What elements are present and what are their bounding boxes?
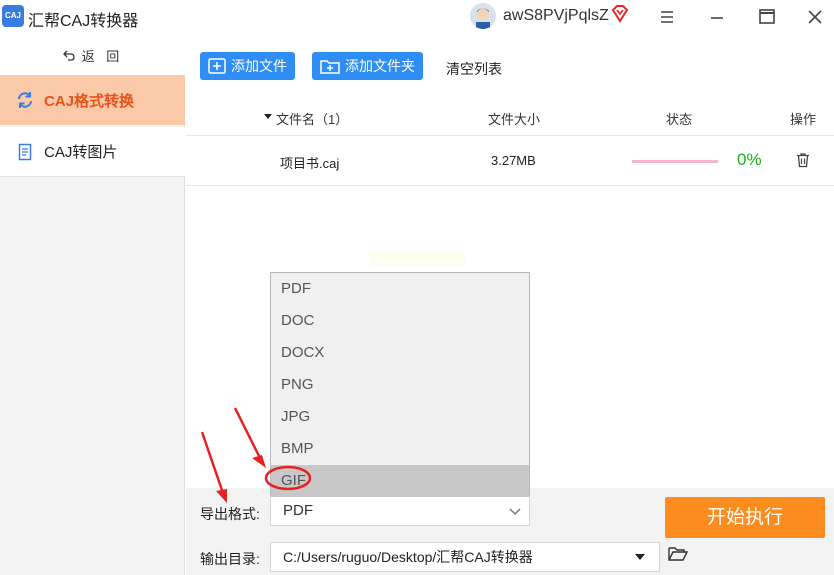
maximize-icon[interactable] [754,5,780,29]
annotation-arrow-lower [200,431,226,497]
dropdown-option-bmp[interactable]: BMP [271,433,529,465]
column-size: 文件大小 [488,112,541,127]
sidebar-item-label: CAJ格式转换 [44,92,135,110]
dropdown-option-doc[interactable]: DOC [271,305,529,337]
output-dir-select[interactable]: C:/Users/ruguo/Desktop/汇帮CAJ转换器 [270,542,660,572]
user-name[interactable]: awS8PVjPqlsZ [503,7,609,25]
sort-caret-icon[interactable] [263,109,273,124]
close-icon[interactable] [802,5,828,29]
dropdown-option-docx[interactable]: DOCX [271,337,529,369]
output-dir-label: 输出目录: [200,551,260,567]
back-button[interactable]: 返 回 [0,35,185,75]
back-arrow-icon [62,50,75,61]
avatar[interactable] [470,3,496,29]
sidebar: 返 回 CAJ格式转换 CAJ转图片 [0,35,185,575]
add-file-label: 添加文件 [231,58,287,74]
export-format-value: PDF [283,502,313,519]
export-format-select[interactable]: PDF [270,496,530,526]
file-size: 3.27MB [491,153,536,168]
add-folder-button[interactable]: 添加文件夹 [312,52,423,80]
title-bar: CAJ 汇帮CAJ转换器 awS8PVjPqlsZ [0,0,834,35]
annotation-arrow-upper [233,407,264,463]
dropdown-option-png[interactable]: PNG [271,369,529,401]
sidebar-item-caj-to-image[interactable]: CAJ转图片 [0,127,185,177]
document-icon [16,143,34,161]
dropdown-option-jpg[interactable]: JPG [271,401,529,433]
add-file-button[interactable]: 添加文件 [200,52,295,80]
progress-percent: 0% [737,150,762,169]
vip-diamond-icon[interactable] [610,4,630,24]
refresh-icon [16,91,34,109]
sidebar-item-label: CAJ转图片 [44,144,118,161]
app-logo-icon: CAJ [2,5,24,27]
start-button[interactable]: 开始执行 [665,497,825,538]
clear-list-button[interactable]: 清空列表 [446,59,502,79]
sidebar-item-caj-format-convert[interactable]: CAJ格式转换 [0,75,185,125]
add-folder-icon [320,60,340,74]
progress-bar [632,160,718,163]
dropdown-option-pdf[interactable]: PDF [271,273,529,305]
output-dir-value: C:/Users/ruguo/Desktop/汇帮CAJ转换器 [283,549,533,565]
column-status: 状态 [666,112,693,127]
caret-down-icon [635,554,645,560]
table-row: 项目书.caj 3.27MB 0% [186,136,834,186]
dropdown-option-gif[interactable]: GIF [271,465,529,497]
chevron-down-icon [509,508,521,516]
app-title: 汇帮CAJ转换器 [28,13,139,30]
back-label: 返 回 [81,48,124,64]
format-dropdown-list: PDF DOC DOCX PNG JPG BMP GIF [270,272,530,497]
trash-icon[interactable] [795,152,811,171]
folder-open-icon[interactable] [668,546,689,567]
background-watermark [370,252,466,266]
menu-icon[interactable] [654,5,680,29]
column-filename[interactable]: 文件名（1） [276,109,348,128]
file-table-header: 文件名（1） 文件大小 状态 操作 [186,96,834,136]
add-file-icon [208,58,226,74]
column-action: 操作 [790,112,817,127]
minimize-icon[interactable] [704,5,730,29]
export-format-label: 导出格式: [200,506,260,522]
add-folder-label: 添加文件夹 [345,58,415,74]
file-name: 项目书.caj [280,156,340,171]
